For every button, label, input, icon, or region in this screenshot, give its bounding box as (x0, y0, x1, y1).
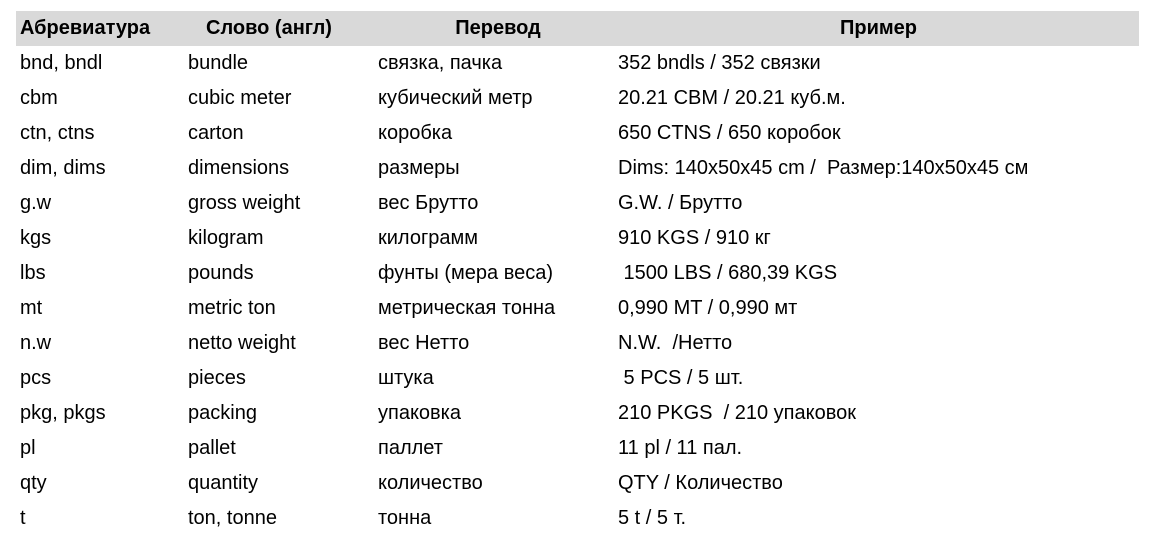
cell-translation: размеры (378, 157, 460, 179)
header-example: Пример (839, 17, 918, 39)
cell-example: 11 pl / 11 пал. (618, 437, 743, 459)
cell-word-english: quantity (188, 472, 259, 494)
cell-word-english: pallet (188, 437, 236, 459)
cell-translation: коробка (378, 122, 453, 144)
cell-example: 352 bndls / 352 связки (618, 52, 821, 74)
cell-translation: количество (378, 472, 483, 494)
cell-translation: вес Нетто (378, 332, 470, 354)
table-row: qty quantity количество QTY / Количество (16, 466, 1139, 501)
cell-example: G.W. / Брутто (618, 192, 743, 214)
header-word-english: Слово (англ) (206, 17, 332, 39)
cell-word-english: pounds (188, 262, 254, 284)
cell-word-english: carton (188, 122, 244, 144)
cell-abbreviation: mt (20, 297, 43, 319)
cell-example: 1500 LBS / 680,39 KGS (618, 262, 838, 284)
abbreviation-table: Абревиатура Слово (англ) Перевод Пример … (16, 11, 1139, 536)
cell-word-english: pieces (188, 367, 246, 389)
cell-translation: связка, пачка (378, 52, 503, 74)
cell-example: 5 PCS / 5 шт. (618, 367, 744, 389)
cell-word-english: dimensions (188, 157, 290, 179)
cell-abbreviation: t (20, 507, 26, 529)
cell-translation: кубический метр (378, 87, 533, 109)
cell-abbreviation: kgs (20, 227, 52, 249)
cell-word-english: kilogram (188, 227, 264, 249)
cell-abbreviation: dim, dims (20, 157, 106, 179)
cell-translation: тонна (378, 507, 432, 529)
table-row: bnd, bndl bundle связка, пачка 352 bndls / … (16, 46, 1139, 81)
cell-example: 210 PKGS / 210 упаковок (618, 402, 856, 424)
table-row: cbm cubic meter кубический метр 20.21 CBM /… (16, 81, 1139, 116)
cell-abbreviation: pkg, pkgs (20, 402, 106, 424)
cell-word-english: netto weight (188, 332, 296, 354)
header-abbreviation: Абревиатура (20, 17, 151, 39)
cell-word-english: gross weight (188, 192, 301, 214)
cell-translation: метрическая тонна (378, 297, 556, 319)
table-header: Абревиатура Слово (англ) Перевод Пример (16, 11, 1139, 46)
cell-abbreviation: qty (20, 472, 47, 494)
cell-translation: штука (378, 367, 434, 389)
cell-example: 5 t / 5 т. (618, 507, 687, 529)
cell-example: 650 CTNS / 650 коробок (618, 122, 841, 144)
table-row: kgs kilogram килограмм 910 KGS / 910 кг (16, 221, 1139, 256)
cell-example: N.W. /Нетто (618, 332, 733, 354)
cell-translation: вес Брутто (378, 192, 479, 214)
cell-word-english: cubic meter (188, 87, 292, 109)
header-translation: Перевод (455, 17, 541, 39)
cell-abbreviation: cbm (20, 87, 58, 109)
cell-abbreviation: pl (20, 437, 36, 459)
table-body: bnd, bndl bundle связка, пачка 352 bndls / … (16, 46, 1139, 536)
cell-example: QTY / Количество (618, 472, 783, 494)
cell-abbreviation: ctn, ctns (20, 122, 95, 144)
cell-abbreviation: n.w (20, 332, 52, 354)
cell-translation: килограмм (378, 227, 478, 249)
table-row: n.w netto weight вес Нетто N.W. /Нетто (16, 326, 1139, 361)
cell-example: Dims: 140x50x45 cm / Размер:140x50x45 см (618, 157, 1029, 179)
table-row: ctn, ctns carton коробка 650 CTNS / 650 кор… (16, 116, 1139, 151)
table-row: g.w gross weight вес Брутто G.W. / Брутто (16, 186, 1139, 221)
cell-translation: упаковка (378, 402, 461, 424)
table-row: pcs pieces штука 5 PCS / 5 шт. (16, 361, 1139, 396)
cell-abbreviation: g.w (20, 192, 52, 214)
cell-abbreviation: bnd, bndl (20, 52, 103, 74)
table-row: pl pallet паллет 11 pl / 11 пал. (16, 431, 1139, 466)
cell-example: 910 KGS / 910 кг (618, 227, 771, 249)
table-row: dim, dims dimensions размеры Dims: 140x50x4… (16, 151, 1139, 186)
cell-word-english: bundle (188, 52, 249, 74)
table-row: mt metric ton метрическая тонна 0,990 MT / … (16, 291, 1139, 326)
table-row: t ton, tonne тонна 5 t / 5 т. (16, 501, 1139, 536)
cell-abbreviation: pcs (20, 367, 52, 389)
cell-word-english: packing (188, 402, 257, 424)
cell-word-english: ton, tonne (188, 507, 277, 529)
cell-abbreviation: lbs (20, 262, 46, 284)
cell-example: 20.21 CBM / 20.21 куб.м. (618, 87, 846, 109)
cell-example: 0,990 MT / 0,990 мт (618, 297, 798, 319)
cell-word-english: metric ton (188, 297, 276, 319)
cell-translation: паллет (378, 437, 443, 459)
table-row: pkg, pkgs packing упаковка 210 PKGS / 210 у… (16, 396, 1139, 431)
cell-translation: фунты (мера веса) (378, 262, 554, 284)
table-row: lbs pounds фунты (мера веса) 1500 LBS / 68… (16, 256, 1139, 291)
